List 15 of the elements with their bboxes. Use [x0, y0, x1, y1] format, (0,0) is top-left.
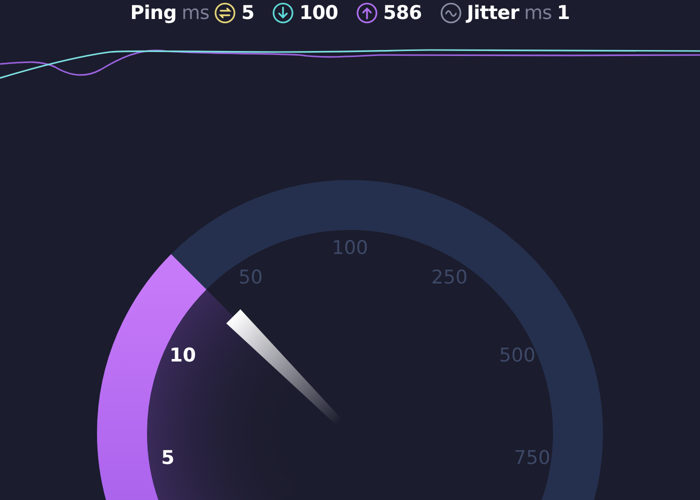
gauge-label: 500	[499, 344, 536, 367]
gauge-label: 750	[514, 447, 550, 470]
stat-label: Ping	[130, 2, 177, 24]
gauge-label: 250	[431, 266, 468, 288]
stat-value: 1	[556, 2, 570, 24]
stat-label: Jitter	[466, 2, 520, 24]
gauge-label: 10	[169, 344, 196, 367]
gauge-label: 50	[238, 266, 263, 288]
stat-value: 5	[241, 2, 254, 24]
unit-label: ms	[524, 2, 552, 24]
stat-value: 586	[383, 2, 422, 24]
stat-value: 100	[299, 2, 338, 24]
unit-label: ms	[182, 2, 210, 24]
gauge-label: 5	[161, 447, 174, 470]
gauge-label: 100	[332, 237, 368, 260]
